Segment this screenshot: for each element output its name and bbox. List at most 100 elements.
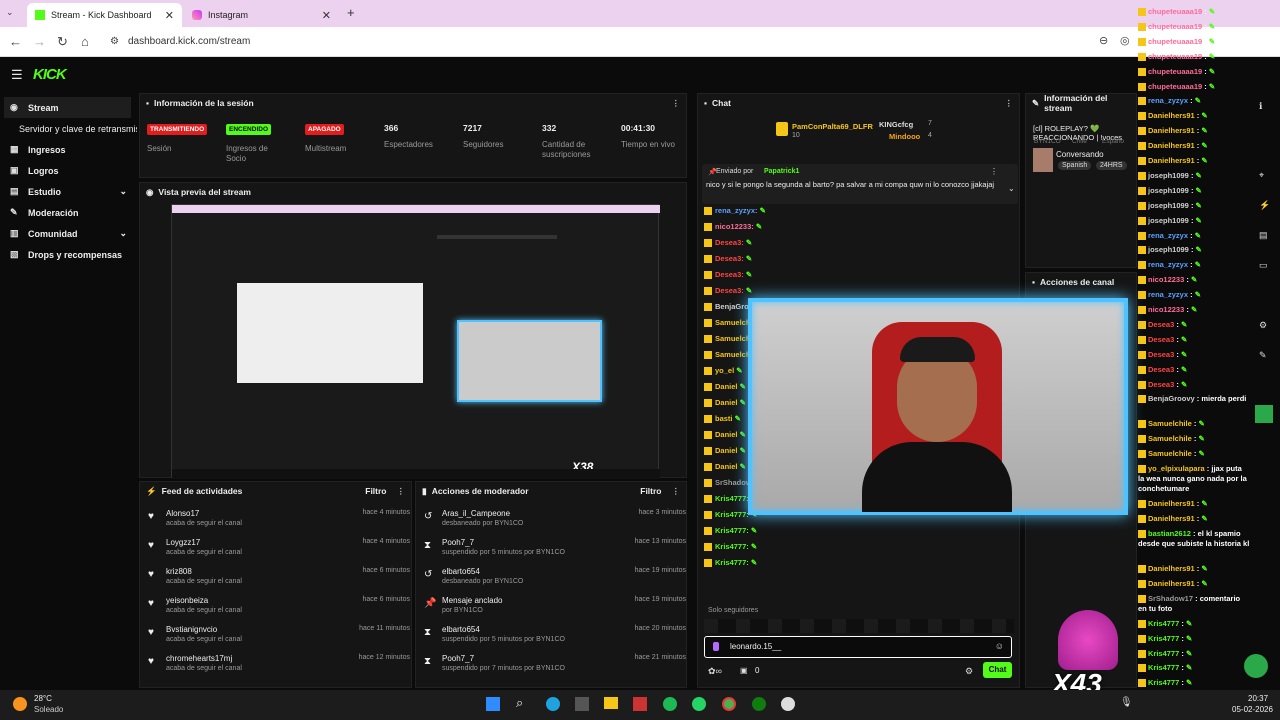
store-icon[interactable] (575, 697, 589, 711)
tab-list-icon[interactable]: ⌄ (6, 7, 14, 18)
chat-username[interactable]: Daniel (715, 382, 738, 391)
chat-input[interactable]: leonardo.15__ ☺ (704, 636, 1012, 658)
tab-instagram[interactable]: Instagram ✕ (184, 3, 339, 27)
sidebar-item-estudio[interactable]: ▤ Estudio ⌄ (0, 181, 137, 202)
xbox-icon[interactable] (752, 697, 766, 711)
sidebar-item-server-key[interactable]: Servidor y clave de retransmisión (0, 118, 137, 139)
feed-name[interactable]: Bvstianignvcio (166, 625, 217, 634)
folder-icon[interactable] (604, 697, 618, 709)
chat-username[interactable]: Desea3: (715, 270, 744, 279)
chat-username[interactable]: Samuelch (715, 350, 750, 359)
chat-username[interactable]: Daniel (715, 430, 738, 439)
top-gifter-name[interactable]: KINGcfcg (879, 120, 913, 129)
chat-username[interactable]: Kris4777: (715, 558, 749, 567)
chat-username[interactable]: yo_el (715, 366, 734, 375)
top-gifter-name[interactable]: PamConPalta69_DLFR (792, 122, 873, 131)
close-icon[interactable]: ✕ (322, 9, 331, 22)
url-field[interactable]: dashboard.kick.com/stream (128, 36, 250, 47)
whatsapp-icon[interactable] (692, 697, 706, 711)
mod-target[interactable]: Pooh7_7 (442, 538, 474, 547)
chat-username[interactable]: Kris4777: (715, 494, 749, 503)
feed-name[interactable]: Loygzz17 (166, 538, 200, 547)
mod-target[interactable]: elbarto654 (442, 625, 480, 634)
chat-username[interactable]: Desea3: (715, 254, 744, 263)
chat-username[interactable]: Kris4777: (715, 542, 749, 551)
app-icon[interactable] (781, 697, 795, 711)
more-icon[interactable]: ⋮ (672, 98, 681, 109)
info-icon[interactable]: ℹ (1259, 101, 1262, 112)
chat-username[interactable]: Samuelch (715, 334, 750, 343)
windows-start-icon[interactable] (486, 697, 500, 711)
menu-icon[interactable]: ☰ (11, 67, 23, 83)
chat-input-text[interactable]: leonardo.15__ (730, 642, 781, 651)
feed-name[interactable]: yeisonbeiza (166, 596, 208, 605)
filter-button[interactable]: Filtro (365, 486, 386, 496)
chat-username[interactable]: Daniel (715, 398, 738, 407)
chat-username[interactable]: Desea3: (715, 286, 744, 295)
sidebar-item-drops[interactable]: ▧ Drops y recompensas (0, 244, 137, 265)
mod-target[interactable]: elbarto654 (442, 567, 480, 576)
mod-target[interactable]: Aras_il_Campeone (442, 509, 510, 518)
chat-username[interactable]: nico12233: (715, 222, 754, 231)
settings-icon[interactable]: ⚙ (965, 666, 973, 677)
mod-target[interactable]: Pooh7_7 (442, 654, 474, 663)
spotify-icon[interactable] (663, 697, 677, 711)
edge-icon[interactable] (546, 697, 560, 711)
chat-username[interactable]: basti (715, 414, 733, 423)
site-info-icon[interactable]: ⚙ (110, 36, 119, 47)
top-gifter-name[interactable]: Mindooo (889, 132, 920, 141)
bolt-icon[interactable]: ⚡ (1259, 200, 1270, 211)
chevron-down-icon[interactable]: ⌄ (1008, 184, 1015, 193)
document-icon[interactable]: ▤ (1259, 230, 1268, 241)
chat-username[interactable]: Daniel (715, 462, 738, 471)
eye-off-icon[interactable]: ◎ (1120, 34, 1130, 47)
settings-icon[interactable]: ⚙ (1259, 320, 1267, 331)
preview-video[interactable]: X38 (171, 204, 660, 479)
close-icon[interactable]: ✕ (165, 9, 174, 22)
message-icon[interactable]: ▭ (1259, 260, 1268, 271)
chat-username[interactable]: Kris4777: (715, 510, 749, 519)
chat-username[interactable]: Kris4777: (715, 526, 749, 535)
chat-username[interactable]: Samuelch (715, 318, 750, 327)
clock-time[interactable]: 20:37 (1248, 694, 1268, 703)
points-icon[interactable]: ✿∞ (708, 666, 722, 677)
emote-bar[interactable] (704, 619, 1014, 633)
more-icon[interactable]: ⋮ (1005, 98, 1014, 109)
sidebar-item-ingresos[interactable]: ▦ Ingresos (0, 139, 137, 160)
zoom-icon[interactable]: ⊖ (1099, 34, 1108, 47)
wrench-icon[interactable]: ✎ (1259, 350, 1267, 361)
pinned-user[interactable]: Papatrick1 (764, 168, 799, 175)
mod-target[interactable]: Mensaje anclado (442, 596, 502, 605)
target-icon[interactable]: ⌖ (1259, 170, 1264, 181)
feed-name[interactable]: Alonso17 (166, 509, 199, 518)
more-icon[interactable]: ⋮ (397, 486, 406, 497)
send-chat-button[interactable]: Chat (983, 662, 1012, 678)
green-action-button[interactable] (1255, 405, 1273, 423)
unpin-icon[interactable]: ⋮ (990, 167, 998, 176)
forward-icon[interactable]: → (33, 34, 46, 49)
back-icon[interactable]: ← (9, 34, 22, 49)
chat-username[interactable]: Desea3: (715, 238, 744, 247)
refresh-button[interactable] (1244, 654, 1268, 678)
chat-username[interactable]: Daniel (715, 446, 738, 455)
app-icon[interactable] (633, 697, 647, 711)
feed-name[interactable]: chromehearts17mj (166, 654, 232, 663)
chat-username[interactable]: rena_zyzyx: (715, 206, 758, 215)
kick-logo[interactable]: KICK (33, 66, 67, 83)
filter-button[interactable]: Filtro (640, 486, 661, 496)
reload-icon[interactable]: ↻ (57, 34, 68, 50)
search-icon[interactable]: ⌕ (516, 695, 523, 711)
sidebar-item-moderacion[interactable]: ✎ Moderación (0, 202, 137, 223)
home-icon[interactable]: ⌂ (81, 34, 89, 49)
mic-icon[interactable]: 🎙 (1120, 697, 1133, 708)
tab-kick[interactable]: Stream - Kick Dashboard ✕ (27, 3, 182, 27)
chrome-icon[interactable] (722, 697, 736, 711)
emoji-icon[interactable]: ☺ (995, 641, 1004, 651)
feed-name[interactable]: kriz808 (166, 567, 192, 576)
weather-temp[interactable]: 28°C (34, 694, 52, 703)
sidebar-item-logros[interactable]: ▣ Logros (0, 160, 137, 181)
new-tab-icon[interactable]: + (347, 5, 355, 20)
sidebar-item-stream[interactable]: ◉ Stream (4, 97, 131, 118)
sidebar-item-comunidad[interactable]: ▥ Comunidad ⌄ (0, 223, 137, 244)
more-icon[interactable]: ⋮ (672, 486, 681, 497)
